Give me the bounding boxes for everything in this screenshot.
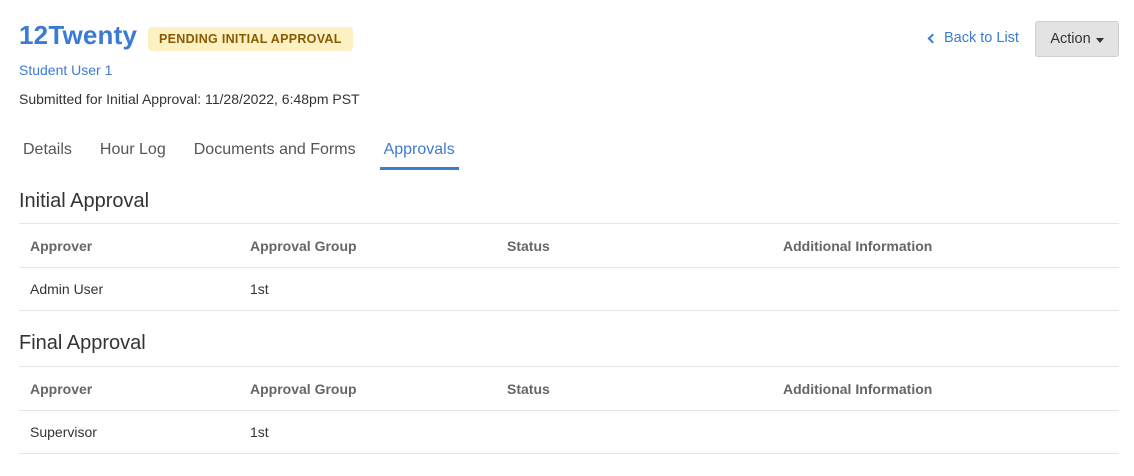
submitted-info: Submitted for Initial Approval: 11/28/20… xyxy=(19,91,360,107)
student-link[interactable]: Student User 1 xyxy=(19,62,112,78)
approver-cell: Supervisor xyxy=(30,424,97,440)
back-to-list-link[interactable]: Back to List xyxy=(927,30,1019,46)
status-badge: PENDING INITIAL APPROVAL xyxy=(148,27,353,51)
table-header-row: Approver Approval Group Status Additiona… xyxy=(19,223,1119,267)
table-header-row: Approver Approval Group Status Additiona… xyxy=(19,366,1119,410)
approval-group-cell: 1st xyxy=(250,424,269,440)
tab-bar: Details Hour Log Documents and Forms App… xyxy=(19,130,479,170)
caret-down-icon xyxy=(1095,37,1104,43)
column-header-approval-group: Approval Group xyxy=(250,237,357,254)
table-row: Admin User 1st xyxy=(19,267,1119,311)
back-to-list-label: Back to List xyxy=(944,30,1019,46)
column-header-approver: Approver xyxy=(30,237,93,254)
tab-hour-log[interactable]: Hour Log xyxy=(96,130,170,170)
section-title-initial-approval: Initial Approval xyxy=(19,190,150,212)
approval-group-cell: 1st xyxy=(250,281,269,297)
page-title: 12Twenty xyxy=(19,20,138,50)
tab-details[interactable]: Details xyxy=(19,130,76,170)
action-label: Action xyxy=(1050,31,1091,47)
chevron-left-icon xyxy=(927,33,938,44)
column-header-additional-information: Additional Information xyxy=(783,237,933,254)
action-dropdown-button[interactable]: Action xyxy=(1035,21,1119,57)
section-title-final-approval: Final Approval xyxy=(19,332,146,354)
tab-approvals[interactable]: Approvals xyxy=(379,130,459,170)
column-header-additional-information: Additional Information xyxy=(783,380,933,397)
final-approval-table: Approver Approval Group Status Additiona… xyxy=(19,366,1119,454)
table-row: Supervisor 1st xyxy=(19,410,1119,454)
column-header-status: Status xyxy=(507,380,550,397)
column-header-status: Status xyxy=(507,237,550,254)
column-header-approval-group: Approval Group xyxy=(250,380,357,397)
column-header-approver: Approver xyxy=(30,380,93,397)
approver-cell: Admin User xyxy=(30,281,104,297)
tab-documents-and-forms[interactable]: Documents and Forms xyxy=(190,130,360,170)
initial-approval-table: Approver Approval Group Status Additiona… xyxy=(19,223,1119,311)
